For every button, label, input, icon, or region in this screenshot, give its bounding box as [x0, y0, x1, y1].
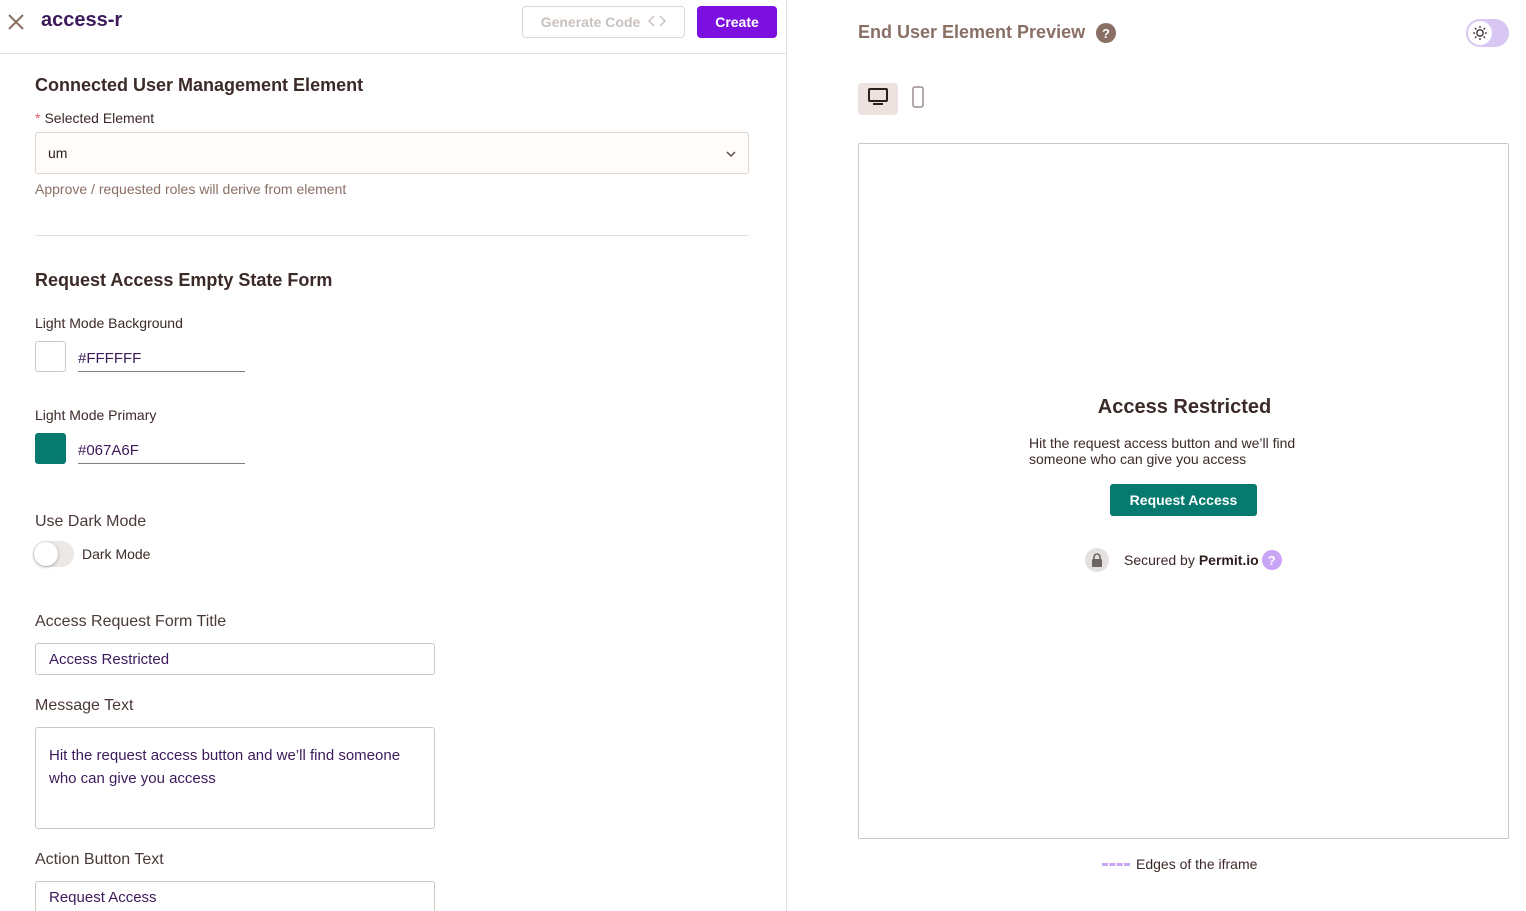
selected-element-label-text: Selected Element: [44, 110, 155, 126]
desktop-view-button[interactable]: [858, 83, 898, 115]
form-title-input[interactable]: Access Restricted: [35, 643, 435, 675]
editor-panel: access-r Generate Code Create Connected …: [0, 0, 787, 911]
sun-icon: [1468, 21, 1492, 45]
light-primary-label: Light Mode Primary: [35, 407, 157, 423]
close-icon[interactable]: [6, 12, 26, 32]
legend-text: Edges of the iframe: [1136, 856, 1258, 872]
preview-request-access-button[interactable]: Request Access: [1110, 484, 1257, 516]
selected-element-helper: Approve / requested roles will derive fr…: [35, 181, 347, 197]
create-button[interactable]: Create: [697, 6, 777, 38]
selected-element-select[interactable]: um: [35, 132, 749, 174]
light-primary-swatch[interactable]: [35, 433, 66, 464]
form-heading: Request Access Empty State Form: [35, 270, 333, 290]
required-marker: *: [35, 110, 41, 126]
lock-icon: [1085, 548, 1109, 572]
dark-mode-heading: Use Dark Mode: [35, 513, 147, 530]
top-bar: access-r Generate Code Create: [0, 0, 787, 54]
connected-element-heading: Connected User Management Element: [35, 75, 364, 95]
chevron-down-icon: [724, 147, 738, 161]
preview-title: Access Restricted: [1097, 396, 1272, 418]
preview-iframe: Access Restricted Hit the request access…: [858, 143, 1509, 839]
brand-name[interactable]: Permit.io: [1199, 552, 1259, 568]
secured-by-text: Secured by: [1124, 552, 1195, 568]
mobile-icon: [911, 85, 925, 113]
message-text-label: Message Text: [35, 697, 134, 714]
dark-mode-toggle[interactable]: [33, 541, 74, 567]
preview-heading: End User Element Preview: [858, 22, 1086, 42]
message-text-area[interactable]: Hit the request access button and we’ll …: [35, 727, 435, 829]
generate-code-button[interactable]: Generate Code: [522, 6, 685, 38]
theme-toggle[interactable]: [1466, 19, 1509, 47]
selected-element-value: um: [48, 145, 68, 161]
light-bg-input[interactable]: [78, 340, 245, 372]
dashed-line-icon: [1102, 862, 1130, 866]
toggle-knob: [34, 542, 58, 566]
section-divider: [35, 235, 749, 236]
iframe-legend: Edges of the iframe: [1102, 856, 1257, 872]
form-title-label: Access Request Form Title: [35, 613, 227, 630]
selected-element-label: * Selected Element: [35, 110, 154, 126]
light-primary-input[interactable]: [78, 432, 245, 464]
preview-message: Hit the request access button and we’ll …: [1029, 435, 1296, 467]
action-button-text-label: Action Button Text: [35, 851, 164, 868]
light-bg-swatch[interactable]: [35, 341, 66, 372]
dark-mode-toggle-label: Dark Mode: [82, 546, 151, 562]
generate-code-label: Generate Code: [540, 14, 641, 30]
preview-panel: End User Element Preview ? Access Restri…: [788, 0, 1526, 911]
page-title: access-r: [41, 9, 123, 31]
action-button-text-input[interactable]: Request Access: [35, 881, 435, 911]
light-bg-label: Light Mode Background: [35, 315, 183, 331]
mobile-view-button[interactable]: [898, 83, 938, 115]
secured-by-row: Secured by Permit.io ?: [1085, 548, 1282, 572]
help-icon[interactable]: ?: [1096, 23, 1116, 43]
brand-help-icon[interactable]: ?: [1261, 550, 1282, 570]
desktop-icon: [867, 87, 889, 112]
code-icon: [648, 14, 667, 30]
